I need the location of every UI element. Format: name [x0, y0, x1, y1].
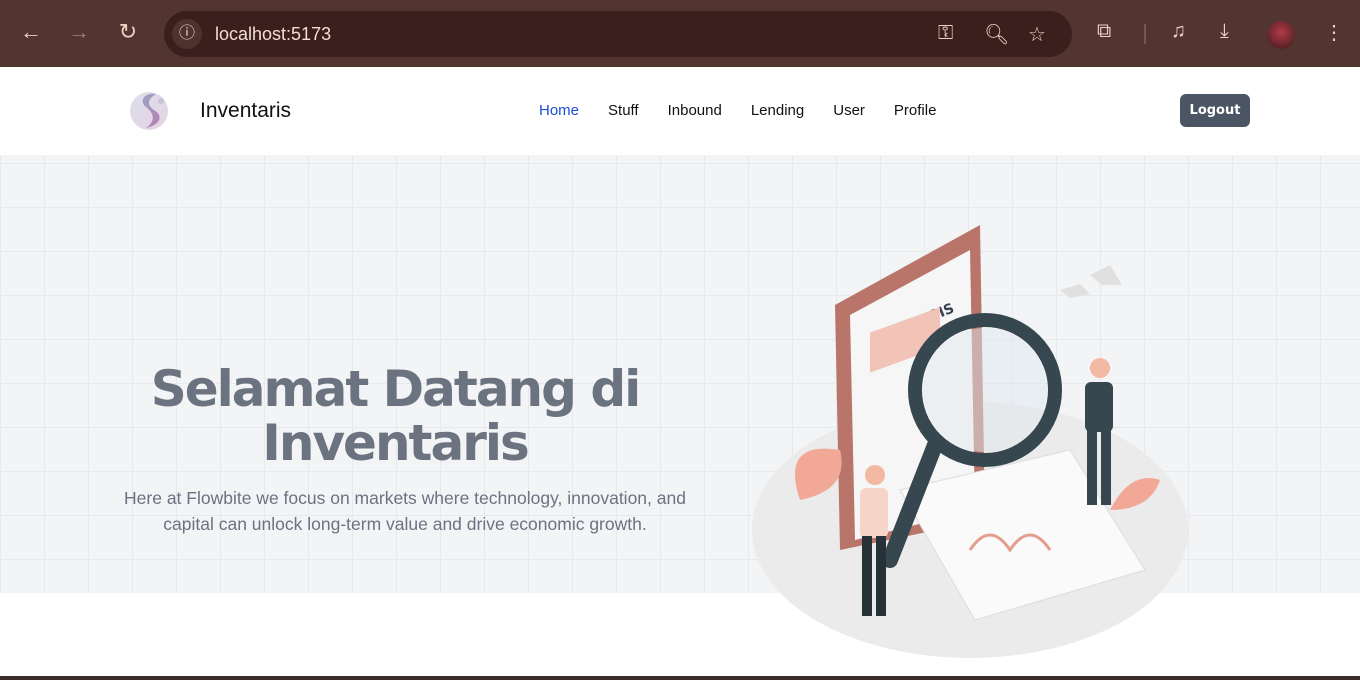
url-text[interactable]: localhost:5173	[215, 24, 331, 45]
taskbar-strip	[0, 676, 1360, 680]
media-icon[interactable]: ♫	[1171, 20, 1186, 43]
nav-lending[interactable]: Lending	[751, 102, 804, 119]
forward-icon[interactable]: →	[67, 20, 91, 44]
menu-icon[interactable]: ⋮	[1324, 20, 1344, 45]
back-icon[interactable]: ←	[19, 20, 43, 44]
download-icon[interactable]: ⤓	[1220, 20, 1229, 43]
nav-inbound[interactable]: Inbound	[668, 102, 722, 119]
analysis-illustration: ANALYSIS	[752, 225, 1188, 658]
logo-icon	[130, 92, 168, 130]
hero-subtitle: Here at Flowbite we focus on markets whe…	[124, 488, 686, 534]
site-info-icon[interactable]: ⓘ	[172, 19, 202, 49]
nav-profile[interactable]: Profile	[894, 102, 937, 119]
reload-icon[interactable]: ↻	[116, 20, 140, 44]
zoom-icon[interactable]: 🔍︎	[984, 22, 1009, 47]
brand-name[interactable]: Inventaris	[200, 99, 291, 123]
logout-button[interactable]: Logout	[1180, 94, 1250, 127]
profile-avatar[interactable]	[1267, 21, 1295, 49]
star-icon[interactable]: ☆	[1028, 22, 1046, 47]
divider	[1144, 24, 1146, 44]
browser-toolbar: ← → ↻ ⓘ localhost:5173 ⚿ 🔍︎ ☆ ⧉ ♫ ⤓ ⋮	[0, 0, 1360, 67]
extensions-icon[interactable]: ⧉	[1097, 20, 1111, 43]
nav-user[interactable]: User	[833, 102, 865, 119]
key-icon[interactable]: ⚿	[938, 22, 953, 45]
nav-home[interactable]: Home	[539, 102, 579, 119]
hero-title: Selamat Datang di Inventaris	[150, 360, 642, 472]
nav-stuff[interactable]: Stuff	[608, 102, 639, 119]
address-bar[interactable]: ⓘ localhost:5173 ⚿ 🔍︎ ☆	[164, 11, 1072, 57]
main-nav: Home Stuff Inbound Lending User Profile	[539, 102, 936, 119]
